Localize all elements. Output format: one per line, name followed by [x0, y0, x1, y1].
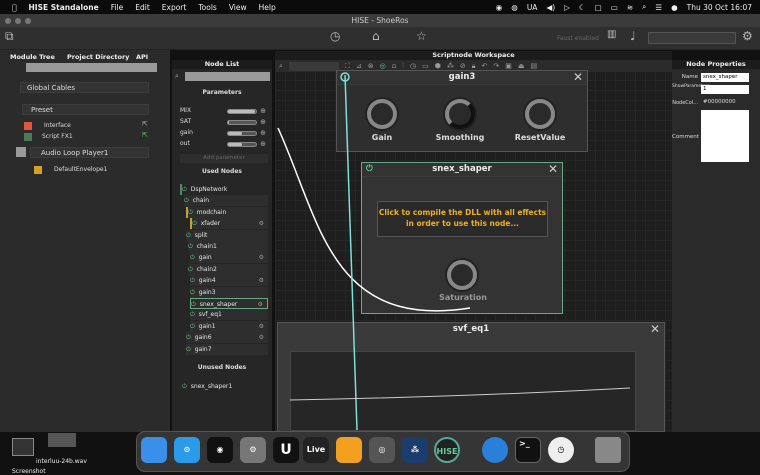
spotify-icon[interactable]: ◉ — [207, 437, 233, 463]
live-icon[interactable]: Live — [303, 437, 329, 463]
field-label: Name — [681, 74, 698, 80]
field-label: NodeCol... — [672, 100, 698, 106]
screenshot-thumbnail[interactable] — [12, 438, 34, 456]
trash-icon[interactable] — [595, 437, 621, 463]
modulation-cable[interactable] — [277, 127, 471, 312]
show-parameters-field[interactable]: 1 — [701, 85, 749, 94]
filter-curve — [289, 387, 631, 401]
connection-cable[interactable] — [344, 74, 358, 431]
dock: ⊙ ◉ ⚙ U Live ◎ ⁂ HISE >_ ◷ — [136, 431, 630, 472]
node-color-field[interactable]: #00000000 — [703, 99, 736, 105]
unreal-icon[interactable]: U — [273, 437, 299, 463]
node-properties-panel: Node Properties Name snex_shaper ShowPar… — [672, 60, 760, 432]
audio-file-icon[interactable] — [48, 433, 76, 447]
name-field[interactable]: snex_shaper — [701, 73, 749, 82]
hise-icon[interactable]: HISE — [434, 437, 460, 463]
desktop-file-label[interactable]: interluu-24b.wav — [36, 458, 87, 465]
clock-app-icon[interactable]: ◷ — [548, 437, 574, 463]
field-label: Comment — [672, 134, 699, 140]
desktop-screenshot-label[interactable]: Screenshot — [12, 468, 46, 475]
properties-title: Node Properties — [672, 60, 760, 69]
cables-layer — [277, 72, 631, 431]
field-label: ShowParameters — [672, 84, 710, 89]
network-radar-icon[interactable] — [482, 437, 508, 463]
system-settings-icon[interactable]: ⚙ — [240, 437, 266, 463]
terminal-icon[interactable]: >_ — [515, 437, 541, 463]
finder-icon[interactable] — [141, 437, 167, 463]
comment-field[interactable] — [701, 110, 749, 162]
davinci-icon[interactable]: ⁂ — [402, 437, 428, 463]
safari-icon[interactable]: ⊙ — [174, 437, 200, 463]
mainstage-icon[interactable] — [336, 437, 362, 463]
logic-icon[interactable]: ◎ — [369, 437, 395, 463]
